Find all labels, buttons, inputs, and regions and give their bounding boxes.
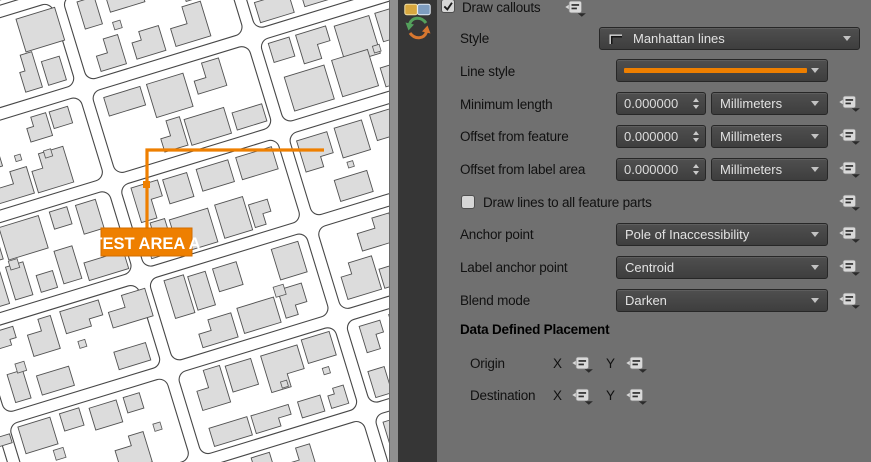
label-anchor-point-combo[interactable]: Centroid [616,256,828,279]
minimum-length-spinbox[interactable] [616,92,706,115]
chevron-down-icon [811,232,819,237]
offset-feature-label: Offset from feature [460,129,569,144]
minimum-length-unit-combo[interactable]: Millimeters [711,92,828,115]
minimum-length-input[interactable] [617,95,688,112]
unit-value: Millimeters [712,96,811,111]
swap-arrows-icon[interactable] [403,15,432,41]
style-combo[interactable]: Manhattan lines [599,27,860,50]
chevron-down-icon [811,134,819,139]
callouts-panel: Draw callouts Style Manhattan lines Line… [437,0,871,462]
chevron-down-icon [811,265,819,270]
all-feature-parts-checkbox[interactable] [461,195,475,209]
spin-arrows[interactable] [693,164,699,175]
data-defined-override-icon[interactable] [571,388,594,405]
offset-label-area-input[interactable] [617,161,688,178]
destination-y-label: Y [606,388,615,403]
side-toolbar [398,0,437,462]
offset-label-area-unit-combo[interactable]: Millimeters [711,158,828,181]
blend-mode-value: Darken [617,293,811,308]
offset-feature-unit-combo[interactable]: Millimeters [711,125,828,148]
data-defined-override-icon[interactable] [838,95,861,112]
draw-callouts-checkbox[interactable] [441,0,455,13]
offset-feature-spinbox[interactable] [616,125,706,148]
anchor-point-value: Pole of Inaccessibility [617,227,811,242]
manhattan-lines-icon [607,32,625,46]
data-defined-override-icon[interactable] [838,161,861,178]
style-label: Style [460,31,489,46]
blend-mode-label: Blend mode [460,293,530,308]
spin-arrows[interactable] [693,98,699,109]
offset-feature-input[interactable] [617,128,688,145]
line-style-preview [624,68,807,73]
offset-label-area-spinbox[interactable] [616,158,706,181]
label-anchor-point-value: Centroid [617,260,811,275]
origin-label: Origin [470,356,505,371]
label-anchor-point-label: Label anchor point [460,260,568,275]
origin-y-label: Y [606,356,615,371]
chevron-down-icon [811,68,819,73]
chevron-down-icon [811,167,819,172]
data-defined-placement-header: Data Defined Placement [460,322,609,337]
map-canvas[interactable]: TEST AREA A [0,0,390,462]
check-icon [442,0,454,12]
blend-mode-combo[interactable]: Darken [616,289,828,312]
unit-value: Millimeters [712,162,811,177]
line-style-combo[interactable] [616,59,828,82]
origin-x-label: X [553,356,562,371]
chevron-down-icon [843,36,851,41]
line-style-label: Line style [460,64,515,79]
data-defined-override-icon[interactable] [571,356,594,373]
anchor-point-label: Anchor point [460,227,533,242]
data-defined-override-icon[interactable] [564,0,587,17]
style-value: Manhattan lines [625,31,843,46]
feature-label-text: TEST AREA A [92,235,200,253]
destination-label: Destination [470,388,535,403]
feature-label: TEST AREA A [92,228,200,256]
data-defined-override-icon[interactable] [838,259,861,276]
chevron-down-icon [811,298,819,303]
anchor-point-combo[interactable]: Pole of Inaccessibility [616,223,828,246]
data-defined-override-icon[interactable] [625,356,648,373]
data-defined-override-icon[interactable] [625,388,648,405]
data-defined-override-icon[interactable] [838,292,861,309]
all-feature-parts-label: Draw lines to all feature parts [483,195,652,210]
chevron-down-icon [811,101,819,106]
unit-value: Millimeters [712,129,811,144]
destination-x-label: X [553,388,562,403]
label-callouts-settings-window: TEST AREA A Draw ca [0,0,871,462]
data-defined-override-icon[interactable] [838,128,861,145]
data-defined-override-icon[interactable] [838,226,861,243]
offset-label-area-label: Offset from label area [460,162,585,177]
spin-arrows[interactable] [693,131,699,142]
minimum-length-label: Minimum length [460,97,553,112]
draw-callouts-label: Draw callouts [462,0,540,15]
data-defined-override-icon[interactable] [838,194,861,211]
panel-splitter[interactable] [390,0,398,462]
